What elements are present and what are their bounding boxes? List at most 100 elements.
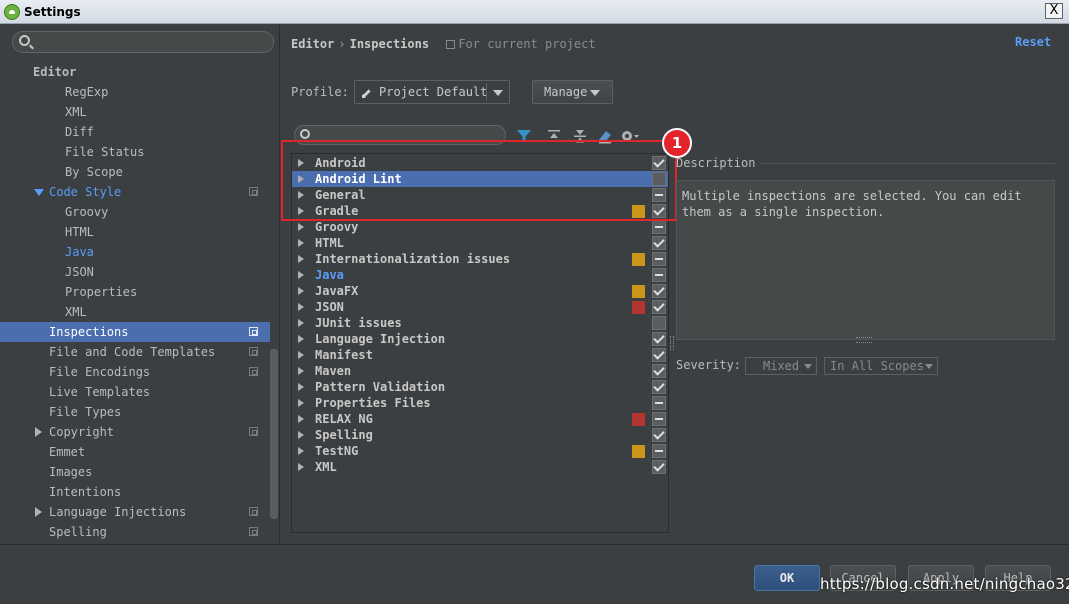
chevron-right-icon[interactable] bbox=[298, 191, 304, 199]
chevron-right-icon[interactable] bbox=[298, 271, 304, 279]
sidebar-item-copyright[interactable]: Copyright bbox=[0, 422, 270, 442]
inspection-row-html[interactable]: HTML bbox=[292, 235, 668, 251]
sidebar-item-editor[interactable]: Editor bbox=[0, 62, 270, 82]
inspection-enabled-checkbox[interactable] bbox=[652, 236, 666, 250]
chevron-right-icon[interactable] bbox=[298, 335, 304, 343]
inspection-enabled-checkbox[interactable] bbox=[652, 252, 666, 266]
sidebar-item-language-injections[interactable]: Language Injections bbox=[0, 502, 270, 522]
sidebar-item-java[interactable]: Java bbox=[0, 242, 270, 262]
sidebar-item-html[interactable]: HTML bbox=[0, 222, 270, 242]
chevron-right-icon[interactable] bbox=[298, 159, 304, 167]
inspection-filter-input[interactable] bbox=[294, 125, 506, 145]
inspection-row-relax-ng[interactable]: RELAX NG bbox=[292, 411, 668, 427]
inspection-enabled-checkbox[interactable] bbox=[652, 268, 666, 282]
scope-select[interactable]: In All Scopes bbox=[824, 357, 938, 375]
severity-select[interactable]: Mixed bbox=[745, 357, 817, 375]
sidebar-item-diff[interactable]: Diff bbox=[0, 122, 270, 142]
inspection-enabled-checkbox[interactable] bbox=[652, 220, 666, 234]
chevron-right-icon[interactable] bbox=[35, 507, 42, 517]
inspection-row-properties-files[interactable]: Properties Files bbox=[292, 395, 668, 411]
sidebar-item-images[interactable]: Images bbox=[0, 462, 270, 482]
inspection-row-internationalization-issues[interactable]: Internationalization issues bbox=[292, 251, 668, 267]
inspection-enabled-checkbox[interactable] bbox=[652, 460, 666, 474]
chevron-right-icon[interactable] bbox=[35, 427, 42, 437]
sidebar-item-properties[interactable]: Properties bbox=[0, 282, 270, 302]
sidebar-scrollbar[interactable] bbox=[270, 349, 278, 519]
collapse-all-icon[interactable] bbox=[572, 128, 588, 144]
settings-search-input[interactable] bbox=[12, 31, 274, 53]
inspection-enabled-checkbox[interactable] bbox=[652, 412, 666, 426]
sidebar-item-intentions[interactable]: Intentions bbox=[0, 482, 270, 502]
sidebar-item-code-style[interactable]: Code Style bbox=[0, 182, 270, 202]
inspection-enabled-checkbox[interactable] bbox=[652, 172, 666, 186]
inspection-enabled-checkbox[interactable] bbox=[652, 380, 666, 394]
inspection-enabled-checkbox[interactable] bbox=[652, 284, 666, 298]
inspection-row-spelling[interactable]: Spelling bbox=[292, 427, 668, 443]
chevron-right-icon[interactable] bbox=[298, 287, 304, 295]
sidebar-item-xml[interactable]: XML bbox=[0, 102, 270, 122]
sidebar-item-by-scope[interactable]: By Scope bbox=[0, 162, 270, 182]
inspection-row-junit-issues[interactable]: JUnit issues bbox=[292, 315, 668, 331]
chevron-right-icon[interactable] bbox=[298, 447, 304, 455]
inspection-enabled-checkbox[interactable] bbox=[652, 332, 666, 346]
ok-button[interactable]: OK bbox=[754, 565, 820, 591]
sidebar-item-emmet[interactable]: Emmet bbox=[0, 442, 270, 462]
inspection-row-json[interactable]: JSON bbox=[292, 299, 668, 315]
chevron-down-icon[interactable] bbox=[34, 189, 44, 196]
chevron-right-icon[interactable] bbox=[298, 399, 304, 407]
filter-icon[interactable] bbox=[516, 128, 532, 144]
sidebar-item-groovy[interactable]: Groovy bbox=[0, 202, 270, 222]
sidebar-item-live-templates[interactable]: Live Templates bbox=[0, 382, 270, 402]
chevron-right-icon[interactable] bbox=[298, 463, 304, 471]
chevron-right-icon[interactable] bbox=[298, 239, 304, 247]
sidebar-item-file-status[interactable]: File Status bbox=[0, 142, 270, 162]
sidebar-item-inspections[interactable]: Inspections bbox=[0, 322, 270, 342]
expand-all-icon[interactable] bbox=[546, 128, 562, 144]
chevron-right-icon[interactable] bbox=[298, 351, 304, 359]
inspection-enabled-checkbox[interactable] bbox=[652, 428, 666, 442]
inspection-row-android[interactable]: Android bbox=[292, 155, 668, 171]
reset-to-default-icon[interactable] bbox=[597, 128, 613, 144]
vertical-splitter-handle[interactable] bbox=[670, 336, 674, 350]
chevron-right-icon[interactable] bbox=[298, 255, 304, 263]
sidebar-item-xml[interactable]: XML bbox=[0, 302, 270, 322]
inspection-row-maven[interactable]: Maven bbox=[292, 363, 668, 379]
inspection-enabled-checkbox[interactable] bbox=[652, 300, 666, 314]
inspection-row-groovy[interactable]: Groovy bbox=[292, 219, 668, 235]
inspection-enabled-checkbox[interactable] bbox=[652, 444, 666, 458]
breadcrumb-editor[interactable]: Editor bbox=[291, 37, 334, 51]
inspection-enabled-checkbox[interactable] bbox=[652, 204, 666, 218]
inspection-row-xml[interactable]: XML bbox=[292, 459, 668, 475]
inspection-row-java[interactable]: Java bbox=[292, 267, 668, 283]
close-window-button[interactable]: X bbox=[1045, 3, 1063, 19]
inspection-row-manifest[interactable]: Manifest bbox=[292, 347, 668, 363]
chevron-right-icon[interactable] bbox=[298, 415, 304, 423]
reset-link[interactable]: Reset bbox=[1015, 35, 1051, 49]
inspection-row-pattern-validation[interactable]: Pattern Validation bbox=[292, 379, 668, 395]
chevron-right-icon[interactable] bbox=[298, 431, 304, 439]
chevron-right-icon[interactable] bbox=[298, 383, 304, 391]
inspection-enabled-checkbox[interactable] bbox=[652, 156, 666, 170]
chevron-right-icon[interactable] bbox=[298, 175, 304, 183]
chevron-right-icon[interactable] bbox=[298, 303, 304, 311]
chevron-right-icon[interactable] bbox=[298, 223, 304, 231]
gear-icon[interactable] bbox=[620, 128, 640, 144]
sidebar-item-regexp[interactable]: RegExp bbox=[0, 82, 270, 102]
chevron-right-icon[interactable] bbox=[298, 319, 304, 327]
profile-select[interactable]: Project Default bbox=[354, 80, 510, 104]
inspection-enabled-checkbox[interactable] bbox=[652, 188, 666, 202]
inspection-enabled-checkbox[interactable] bbox=[652, 348, 666, 362]
inspection-enabled-checkbox[interactable] bbox=[652, 364, 666, 378]
sidebar-item-file-and-code-templates[interactable]: File and Code Templates bbox=[0, 342, 270, 362]
sidebar-item-file-types[interactable]: File Types bbox=[0, 402, 270, 422]
sidebar-item-file-encodings[interactable]: File Encodings bbox=[0, 362, 270, 382]
chevron-right-icon[interactable] bbox=[298, 367, 304, 375]
inspection-row-general[interactable]: General bbox=[292, 187, 668, 203]
manage-button[interactable]: Manage bbox=[532, 80, 613, 104]
sidebar-item-json[interactable]: JSON bbox=[0, 262, 270, 282]
chevron-right-icon[interactable] bbox=[298, 207, 304, 215]
inspection-row-android-lint[interactable]: Android Lint bbox=[292, 171, 668, 187]
sidebar-item-spelling[interactable]: Spelling bbox=[0, 522, 270, 542]
inspection-row-gradle[interactable]: Gradle bbox=[292, 203, 668, 219]
inspection-enabled-checkbox[interactable] bbox=[652, 316, 666, 330]
